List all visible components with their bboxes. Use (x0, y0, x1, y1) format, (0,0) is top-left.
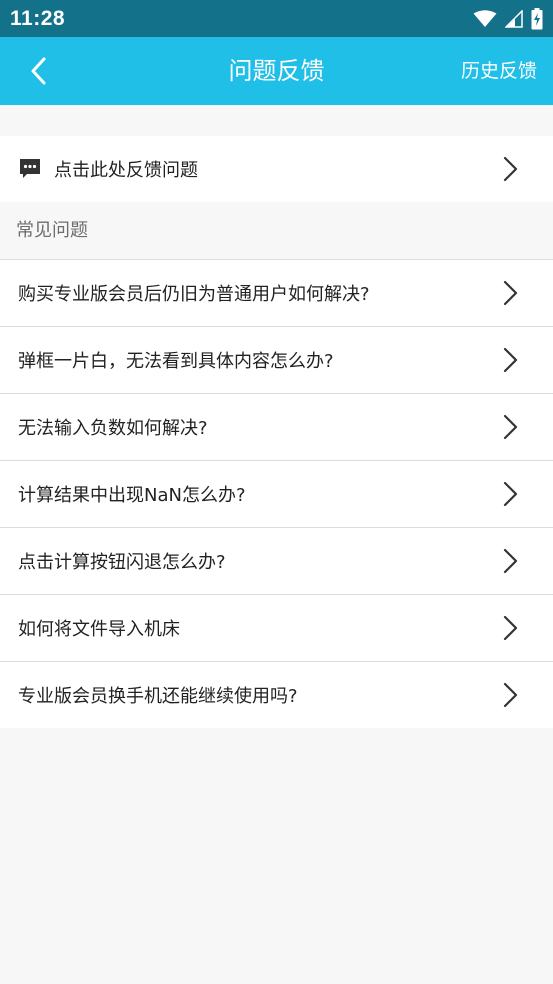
submit-feedback-label: 点击此处反馈问题 (54, 160, 198, 181)
chat-bubble-icon (20, 159, 40, 178)
faq-item[interactable]: 专业版会员换手机还能继续使用吗? (0, 661, 553, 728)
faq-item[interactable]: 弹框一片白，无法看到具体内容怎么办? (0, 326, 553, 393)
faq-question: 弹框一片白，无法看到具体内容怎么办? (18, 351, 334, 372)
faq-question: 点击计算按钮闪退怎么办? (18, 552, 226, 573)
chevron-right-icon (503, 414, 518, 440)
faq-item[interactable]: 计算结果中出现NaN怎么办? (0, 460, 553, 527)
faq-question: 专业版会员换手机还能继续使用吗? (18, 686, 298, 707)
status-bar: 11:28 (0, 0, 553, 37)
app-bar: 问题反馈 历史反馈 (0, 37, 553, 105)
faq-section-header: 常见问题 (16, 220, 88, 241)
chevron-right-icon (503, 481, 518, 507)
chevron-right-icon (503, 615, 518, 641)
faq-item[interactable]: 无法输入负数如何解决? (0, 393, 553, 460)
chevron-right-icon (503, 347, 518, 373)
chevron-right-icon (503, 548, 518, 574)
faq-question: 计算结果中出现NaN怎么办? (18, 485, 246, 506)
faq-item[interactable]: 点击计算按钮闪退怎么办? (0, 527, 553, 594)
signal-icon (505, 9, 523, 28)
faq-question: 无法输入负数如何解决? (18, 418, 208, 439)
chevron-right-icon (503, 280, 518, 306)
wifi-icon (473, 9, 497, 27)
status-icons (473, 7, 543, 30)
chevron-right-icon (503, 156, 518, 182)
back-button[interactable] (18, 51, 58, 91)
faq-item[interactable]: 如何将文件导入机床 (0, 594, 553, 661)
battery-charging-icon (531, 7, 543, 29)
faq-item[interactable]: 购买专业版会员后仍旧为普通用户如何解决? (0, 259, 553, 326)
status-time: 11:28 (10, 6, 66, 30)
chevron-right-icon (503, 682, 518, 708)
submit-feedback-row[interactable]: 点击此处反馈问题 (0, 136, 553, 202)
faq-list: 购买专业版会员后仍旧为普通用户如何解决? 弹框一片白，无法看到具体内容怎么办? … (0, 259, 553, 728)
faq-question: 如何将文件导入机床 (18, 619, 180, 640)
chevron-left-icon (31, 57, 46, 85)
faq-question: 购买专业版会员后仍旧为普通用户如何解决? (18, 284, 370, 305)
history-feedback-button[interactable]: 历史反馈 (461, 37, 537, 105)
